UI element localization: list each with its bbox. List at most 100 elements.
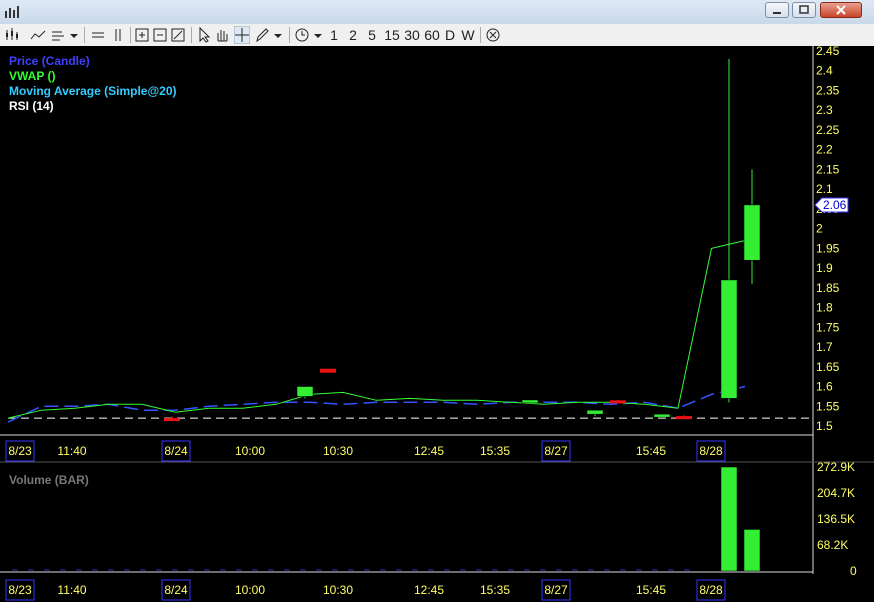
volume-time-axis-tick-label: 15:45 bbox=[636, 583, 666, 597]
price-tick-label: 1.9 bbox=[816, 261, 833, 275]
pointer-icon[interactable] bbox=[196, 26, 212, 44]
chart-canvas[interactable]: Price (Candle) VWAP () Moving Average (S… bbox=[0, 46, 874, 602]
price-tick-label: 1.5 bbox=[816, 419, 833, 433]
bar-style-icon[interactable] bbox=[50, 26, 66, 44]
price-tick-label: 1.7 bbox=[816, 340, 833, 354]
period-5-button[interactable]: 5 bbox=[366, 26, 378, 44]
cancel-circle-icon[interactable] bbox=[485, 26, 501, 44]
price-tick-label: 1.6 bbox=[816, 380, 833, 394]
price-tick-label: 2.15 bbox=[816, 162, 840, 176]
price-tick-label: 2.45 bbox=[816, 46, 840, 58]
volume-tick-label: 136.5K bbox=[817, 512, 855, 526]
price-tick-label: 2.1 bbox=[816, 182, 833, 196]
price-tick-label: 2.4 bbox=[816, 64, 833, 78]
volume-time-axis: 8/23 11:40 8/24 10:00 10:30 12:45 15:35 8/27 15:… bbox=[5, 579, 726, 601]
candle-body bbox=[320, 368, 336, 373]
price-tick-label: 1.95 bbox=[816, 241, 840, 255]
volume-time-axis-tick-label: 10:00 bbox=[235, 583, 265, 597]
chart-area[interactable]: Price (Candle) VWAP () Moving Average (S… bbox=[0, 46, 874, 602]
chart-toolbar: 1 2 5 15 30 60 D W bbox=[0, 24, 874, 47]
toolbar-divider bbox=[289, 27, 290, 43]
minimize-icon bbox=[773, 12, 781, 14]
crosshair-icon[interactable] bbox=[234, 26, 250, 44]
period-week-button[interactable]: W bbox=[460, 26, 476, 44]
chart-app-icon bbox=[5, 6, 19, 18]
clock-icon[interactable] bbox=[294, 26, 310, 44]
maximize-icon bbox=[799, 5, 809, 14]
price-tick-label: 2.25 bbox=[816, 123, 840, 137]
volume-time-axis-tick-label: 11:40 bbox=[57, 583, 86, 597]
price-tick-label: 1.75 bbox=[816, 320, 840, 334]
candle-body bbox=[676, 416, 692, 420]
candle-body bbox=[743, 204, 761, 261]
close-icon bbox=[836, 5, 846, 15]
horizontal-line-icon[interactable] bbox=[90, 26, 106, 44]
zoom-out-icon[interactable] bbox=[170, 26, 186, 44]
candle-chart-icon[interactable] bbox=[4, 26, 20, 44]
candle-body bbox=[610, 400, 626, 404]
price-axis-ticks: 2.452.42.352.32.252.22.152.12.0521.951.9… bbox=[816, 46, 840, 433]
toolbar-divider bbox=[130, 27, 131, 43]
candle-body bbox=[586, 409, 604, 415]
maximize-button[interactable] bbox=[792, 2, 816, 18]
line-chart-icon[interactable] bbox=[30, 26, 46, 44]
period-day-button[interactable]: D bbox=[443, 26, 457, 44]
volume-axis-ticks: 272.9K 204.7K 136.5K 68.2K0 bbox=[817, 460, 857, 578]
volume-bar bbox=[720, 466, 738, 572]
price-tick-label: 2.2 bbox=[816, 143, 833, 157]
volume-time-axis-tick-label: 8/24 bbox=[164, 583, 188, 597]
time-axis-tick-label: 11:40 bbox=[57, 444, 86, 458]
volume-tick-label: 204.7K bbox=[817, 486, 855, 500]
close-button[interactable] bbox=[820, 2, 862, 18]
current-price-marker: 2.06 bbox=[814, 197, 849, 213]
time-axis-tick-label: 8/27 bbox=[544, 444, 568, 458]
chevron-down-icon[interactable] bbox=[68, 26, 80, 44]
period-60-button[interactable]: 60 bbox=[422, 26, 442, 44]
price-tick-label: 2.3 bbox=[816, 103, 833, 117]
time-axis-tick-label: 10:00 bbox=[235, 444, 265, 458]
hand-pan-icon[interactable] bbox=[214, 26, 230, 44]
price-tick-label: 1.55 bbox=[816, 399, 840, 413]
window-titlebar bbox=[0, 0, 874, 25]
chevron-down-icon[interactable] bbox=[312, 26, 324, 44]
volume-time-axis-tick-label: 10:30 bbox=[323, 583, 353, 597]
minimize-button[interactable] bbox=[765, 2, 789, 18]
volume-time-axis-tick-label: 8/27 bbox=[544, 583, 568, 597]
price-tick-label: 1.65 bbox=[816, 360, 840, 374]
volume-time-axis-tick-label: 15:35 bbox=[480, 583, 510, 597]
volume-bar bbox=[743, 529, 761, 572]
toolbar-divider bbox=[191, 27, 192, 43]
candle-body bbox=[521, 399, 539, 404]
period-15-button[interactable]: 15 bbox=[382, 26, 402, 44]
period-1-button[interactable]: 1 bbox=[328, 26, 340, 44]
volume-time-axis-tick-label: 12:45 bbox=[414, 583, 444, 597]
period-2-button[interactable]: 2 bbox=[347, 26, 359, 44]
legend-vwap: VWAP () bbox=[9, 69, 55, 83]
current-price-value: 2.06 bbox=[823, 198, 847, 212]
legend-volume: Volume (BAR) bbox=[9, 473, 89, 487]
toolbar-divider bbox=[480, 27, 481, 43]
chevron-down-icon[interactable] bbox=[272, 26, 284, 44]
volume-time-axis-tick-label: 8/23 bbox=[8, 583, 32, 597]
zoom-in-icon[interactable] bbox=[134, 26, 150, 44]
time-axis-tick-label: 10:30 bbox=[323, 444, 353, 458]
price-time-axis: 8/23 11:40 8/24 10:00 10:30 12:45 15:35 8/27 15:… bbox=[5, 440, 726, 462]
price-tick-label: 2.35 bbox=[816, 83, 840, 97]
vertical-line-icon[interactable] bbox=[110, 26, 126, 44]
toolbar-divider bbox=[84, 27, 85, 43]
candle-body bbox=[296, 386, 314, 397]
price-tick-label: 2 bbox=[816, 222, 823, 236]
volume-tick-label: 0 bbox=[850, 564, 857, 578]
legend-moving-average: Moving Average (Simple@20) bbox=[9, 84, 177, 98]
price-tick-label: 1.85 bbox=[816, 281, 840, 295]
volume-bar-series bbox=[12, 466, 761, 572]
candle-series bbox=[164, 58, 761, 422]
period-30-button[interactable]: 30 bbox=[402, 26, 422, 44]
draw-pencil-icon[interactable] bbox=[254, 26, 270, 44]
time-axis-tick-label: 15:35 bbox=[480, 444, 510, 458]
candle-body bbox=[164, 418, 180, 422]
volume-tick-label: 68.2K bbox=[817, 538, 848, 552]
time-axis-tick-label: 8/23 bbox=[8, 444, 32, 458]
volume-tick-label: 272.9K bbox=[817, 460, 855, 474]
zoom-fit-icon[interactable] bbox=[152, 26, 168, 44]
